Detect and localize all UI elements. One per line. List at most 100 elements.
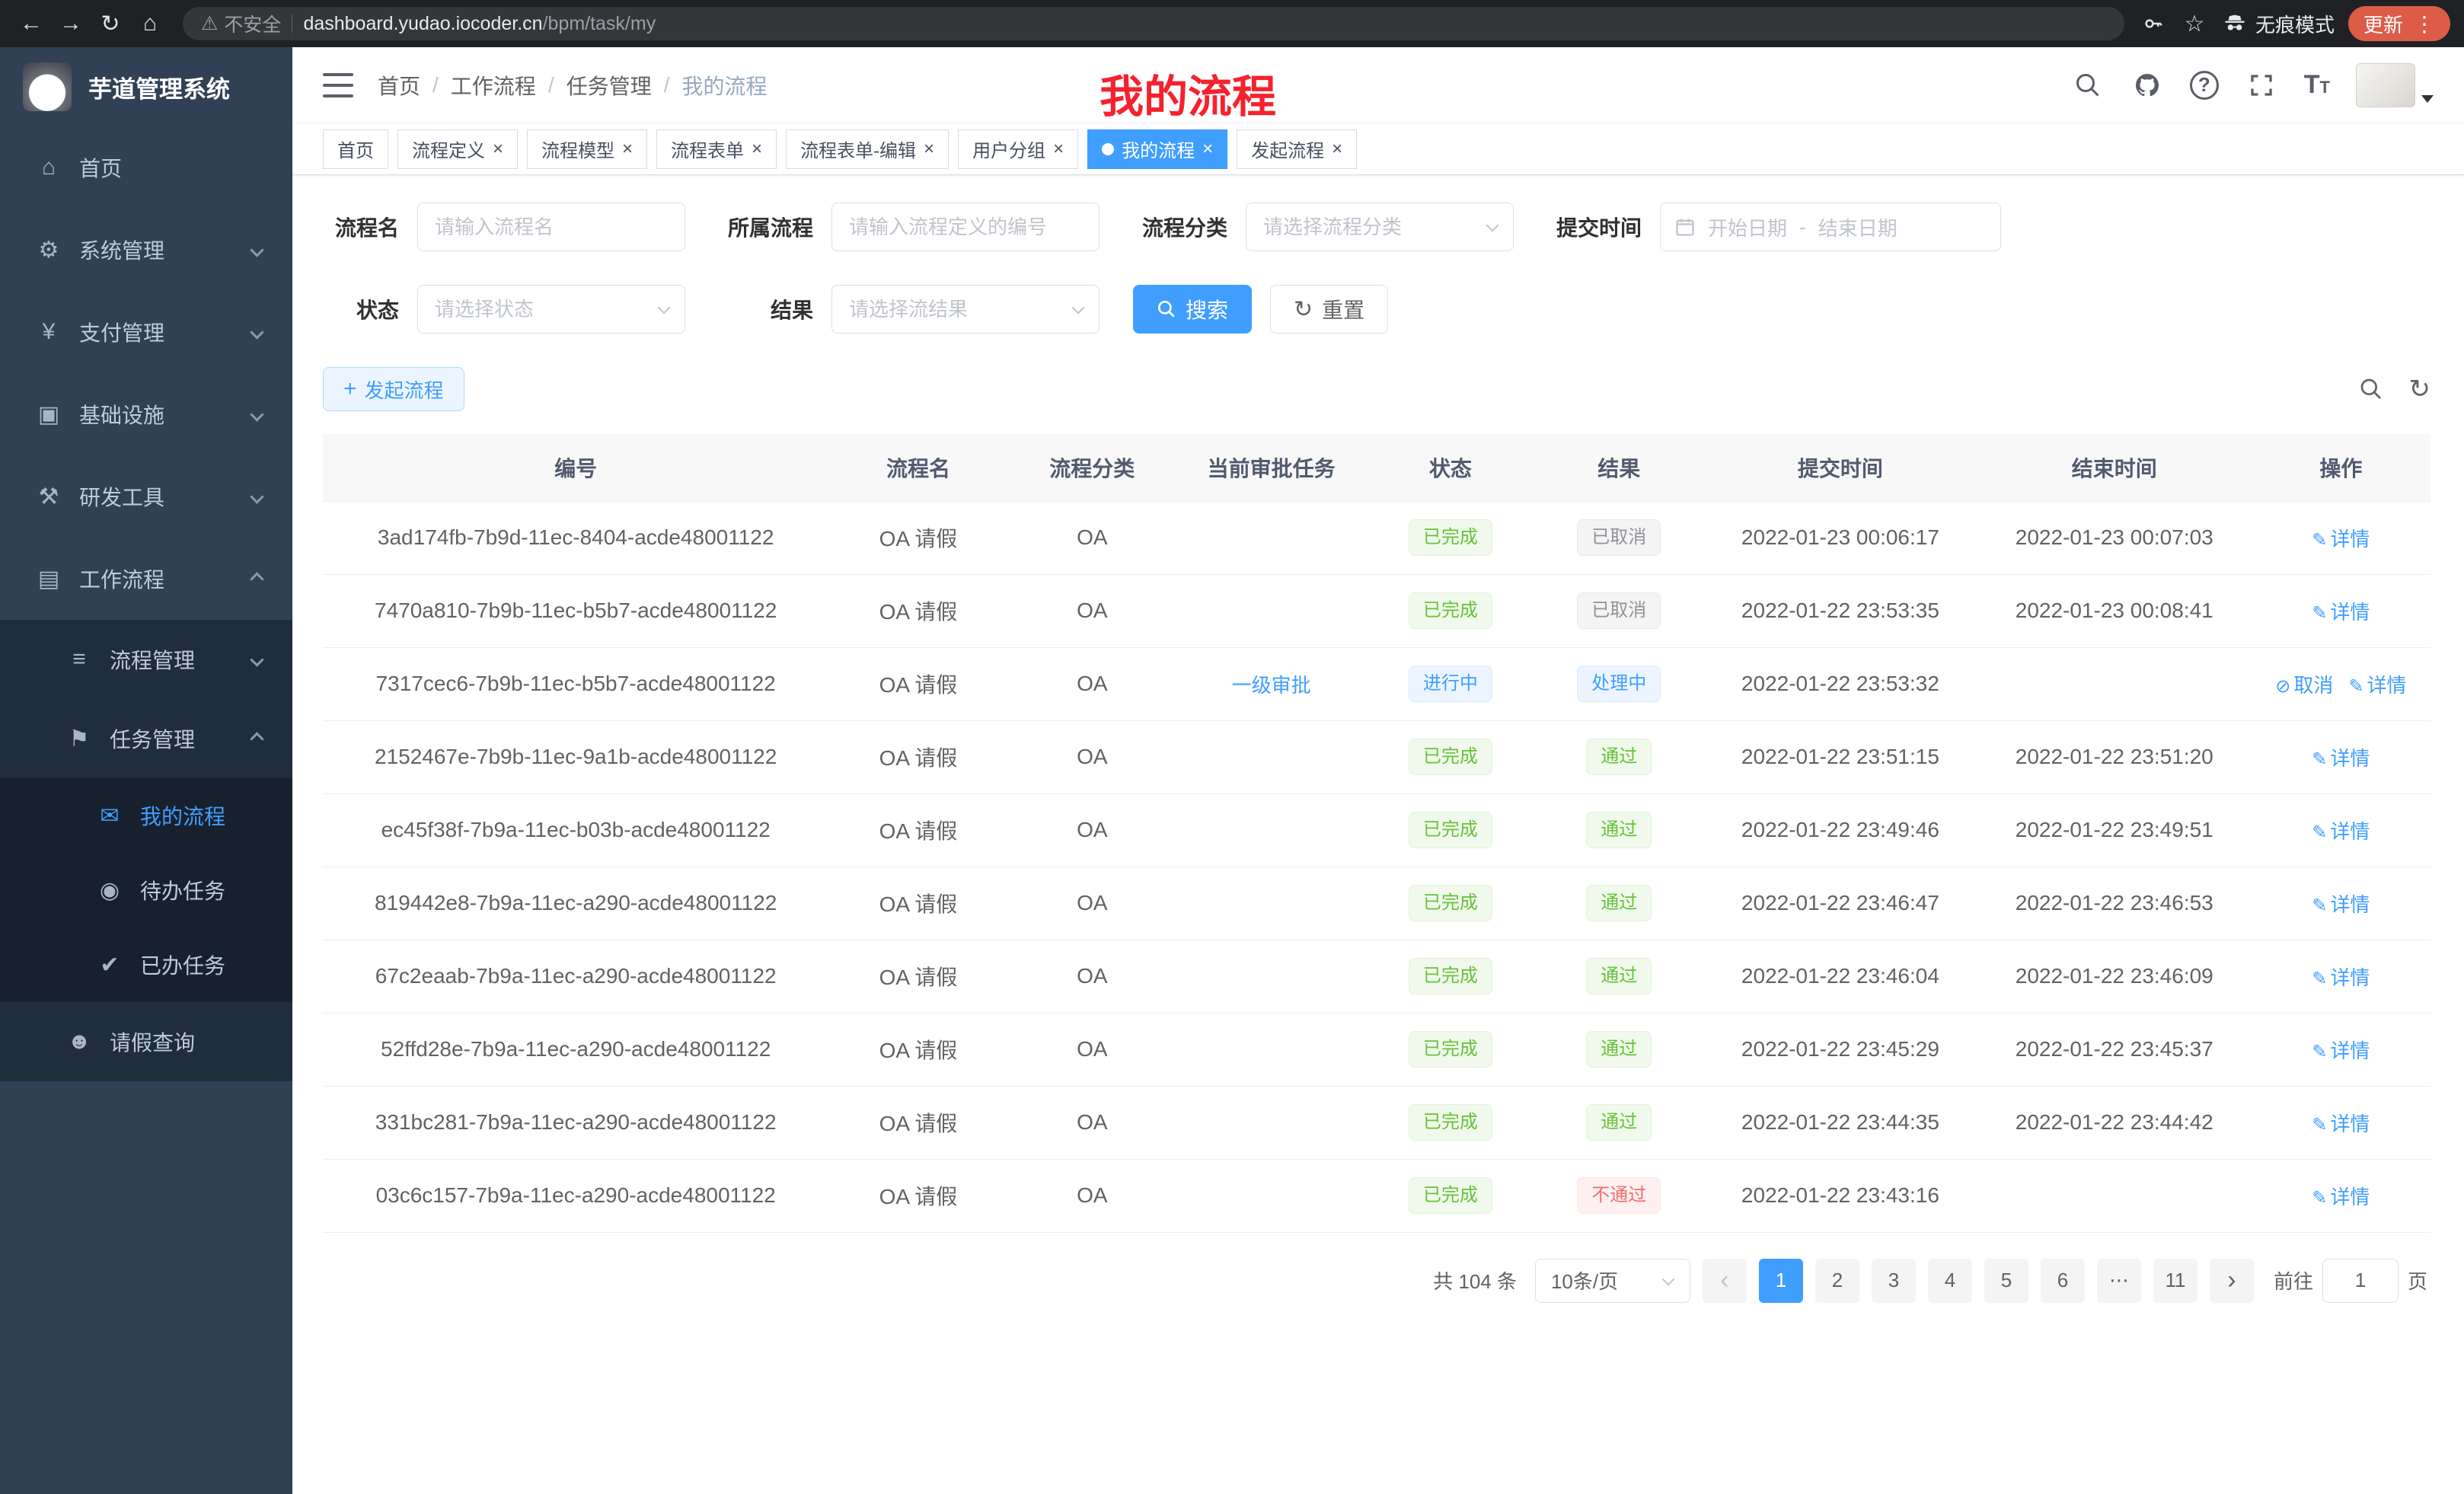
sidebar-item-process-mgmt[interactable]: ≡流程管理 [0, 620, 292, 699]
page-button-5[interactable]: 5 [1984, 1259, 2028, 1303]
address-bar[interactable]: ⚠ 不安全 dashboard.yudao.iocoder.cn/bpm/tas… [183, 7, 2124, 40]
page-button-4[interactable]: 4 [1928, 1259, 1972, 1303]
process-name-input[interactable] [417, 203, 685, 251]
tab-首页[interactable]: 首页 [323, 129, 388, 169]
show-search-icon[interactable] [2359, 377, 2383, 401]
date-range-picker[interactable]: 开始日期 - 结束日期 [1660, 203, 2001, 251]
prev-page-button[interactable]: ‹ [1703, 1259, 1747, 1303]
incognito-badge: 无痕模式 [2222, 10, 2335, 38]
cell-actions: ⊘取消 ✎详情 [2252, 647, 2430, 720]
chevron-down-icon [250, 653, 263, 666]
detail-link[interactable]: ✎详情 [2312, 1113, 2370, 1135]
table-row: 03c6c157-7b9a-11ec-a290-acde48001122OA 请… [323, 1159, 2430, 1232]
tab-流程定义[interactable]: 流程定义× [397, 129, 518, 169]
cell-name: OA 请假 [828, 1013, 1007, 1086]
process-key-input[interactable] [831, 203, 1100, 251]
browser-back-icon[interactable]: ← [14, 6, 49, 41]
detail-link[interactable]: ✎详情 [2312, 601, 2370, 624]
cell-status: 进行中 [1366, 647, 1534, 720]
tab-close-icon[interactable]: × [924, 140, 934, 158]
page-button-3[interactable]: 3 [1872, 1259, 1916, 1303]
breadcrumb-item[interactable]: 任务管理 [567, 70, 652, 101]
breadcrumb-item[interactable]: 工作流程 [451, 70, 536, 101]
search-icon[interactable] [2071, 69, 2105, 102]
sidebar-item-label: 我的流程 [140, 800, 225, 831]
sidebar-item-system[interactable]: ⚙系统管理 [0, 209, 292, 291]
tab-流程表单[interactable]: 流程表单× [656, 129, 777, 169]
sidebar-item-done-tasks[interactable]: ✔已办任务 [0, 927, 292, 1002]
detail-link[interactable]: ✎详情 [2312, 1039, 2370, 1062]
breadcrumb-item[interactable]: 首页 [378, 70, 420, 101]
tab-用户分组[interactable]: 用户分组× [958, 129, 1078, 169]
sidebar-item-leave-query[interactable]: ☻请假查询 [0, 1002, 292, 1081]
create-process-button[interactable]: + 发起流程 [323, 367, 464, 411]
goto-page-input[interactable] [2322, 1259, 2399, 1303]
result-select[interactable] [831, 285, 1100, 334]
sidebar-item-workflow[interactable]: ▤工作流程 [0, 538, 292, 620]
sidebar-item-devtools[interactable]: ⚒研发工具 [0, 455, 292, 538]
reset-button[interactable]: ↻ 重置 [1270, 285, 1388, 334]
current-task-link[interactable]: 一级审批 [1232, 674, 1311, 697]
page-button-1[interactable]: 1 [1759, 1259, 1803, 1303]
bookmark-star-icon[interactable]: ☆ [2181, 10, 2208, 37]
tab-close-icon[interactable]: × [1202, 140, 1213, 158]
pagination-ellipsis[interactable]: ⋯ [2097, 1259, 2141, 1303]
breadcrumb-separator: / [432, 73, 439, 97]
table-row: 819442e8-7b9a-11ec-a290-acde48001122OA 请… [323, 867, 2430, 940]
browser-forward-icon[interactable]: → [53, 6, 88, 41]
tab-close-icon[interactable]: × [493, 140, 503, 158]
page-size-select[interactable]: 10条/页 [1535, 1259, 1690, 1303]
category-select[interactable] [1246, 203, 1514, 251]
browser-home-icon[interactable]: ⌂ [132, 6, 168, 41]
hamburger-icon[interactable] [323, 73, 353, 97]
page-button-6[interactable]: 6 [2041, 1259, 2085, 1303]
tab-close-icon[interactable]: × [622, 140, 633, 158]
security-warning[interactable]: ⚠ 不安全 [201, 10, 281, 37]
tab-发起流程[interactable]: 发起流程× [1237, 129, 1357, 169]
cell-status: 已完成 [1366, 867, 1534, 940]
column-header: 当前审批任务 [1176, 434, 1366, 501]
sidebar-item-payment[interactable]: ¥支付管理 [0, 291, 292, 373]
detail-link[interactable]: ✎详情 [2312, 966, 2370, 989]
font-size-icon[interactable]: TT [2304, 70, 2330, 100]
detail-link[interactable]: ✎详情 [2312, 893, 2370, 916]
cell-id: 331bc281-7b9a-11ec-a290-acde48001122 [323, 1086, 828, 1159]
tab-我的流程[interactable]: 我的流程× [1087, 129, 1227, 169]
tab-close-icon[interactable]: × [752, 140, 762, 158]
search-button[interactable]: 搜索 [1133, 285, 1252, 334]
page-button-2[interactable]: 2 [1815, 1259, 1859, 1303]
help-icon[interactable]: ? [2190, 71, 2219, 100]
browser-reload-icon[interactable]: ↻ [93, 6, 128, 41]
page-button-11[interactable]: 11 [2153, 1259, 2197, 1303]
tab-close-icon[interactable]: × [1053, 140, 1064, 158]
cell-end-time: 2022-01-22 23:46:09 [1977, 940, 2252, 1013]
key-icon[interactable] [2140, 10, 2167, 37]
sidebar-item-label: 已办任务 [140, 950, 225, 980]
sidebar-item-infra[interactable]: ▣基础设施 [0, 373, 292, 455]
refresh-table-icon[interactable]: ↻ [2409, 374, 2431, 404]
sidebar-item-my-process[interactable]: ✉我的流程 [0, 778, 292, 853]
next-page-button[interactable]: › [2210, 1259, 2254, 1303]
fullscreen-icon[interactable] [2245, 69, 2278, 102]
avatar[interactable] [2356, 63, 2415, 107]
detail-link[interactable]: ✎详情 [2312, 820, 2370, 843]
cell-result: 通过 [1535, 720, 1703, 793]
tab-流程表单-编辑[interactable]: 流程表单-编辑× [786, 129, 949, 169]
browser-menu-icon[interactable]: ⋮ [2414, 11, 2435, 37]
sidebar-item-home[interactable]: ⌂首页 [0, 126, 292, 209]
tab-流程模型[interactable]: 流程模型× [527, 129, 647, 169]
detail-link[interactable]: ✎详情 [2312, 747, 2370, 770]
detail-link[interactable]: ✎详情 [2312, 528, 2370, 551]
tab-close-icon[interactable]: × [1332, 140, 1342, 158]
browser-update-button[interactable]: 更新 ⋮ [2348, 6, 2450, 41]
user-menu[interactable] [2356, 63, 2434, 107]
sidebar-item-task-mgmt[interactable]: ⚑任务管理 [0, 699, 292, 778]
github-icon[interactable] [2130, 69, 2164, 102]
detail-link[interactable]: ✎详情 [2312, 1186, 2370, 1208]
cancel-link[interactable]: ⊘取消 [2275, 674, 2333, 697]
detail-link[interactable]: ✎详情 [2348, 674, 2406, 697]
cell-status: 已完成 [1366, 1159, 1534, 1232]
table-row: 7317cec6-7b9b-11ec-b5b7-acde48001122OA 请… [323, 647, 2430, 720]
sidebar-item-todo-tasks[interactable]: ◉待办任务 [0, 853, 292, 927]
status-select[interactable] [417, 285, 685, 334]
